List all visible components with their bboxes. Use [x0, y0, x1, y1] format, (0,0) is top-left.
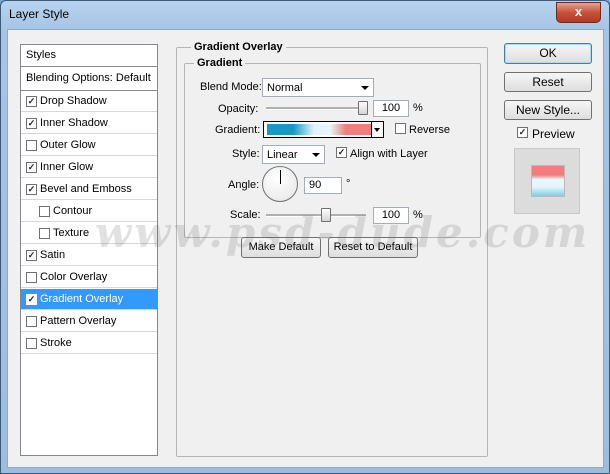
sidebar-item-bevel-and-emboss[interactable]: ✓ Bevel and Emboss [21, 179, 157, 200]
sidebar-item-label: Pattern Overlay [40, 315, 117, 327]
scale-slider-thumb[interactable] [321, 208, 332, 222]
reset-to-default-button[interactable]: Reset to Default [328, 237, 418, 258]
chevron-down-icon [312, 153, 320, 157]
gradient-preview-bar[interactable] [267, 124, 372, 135]
sidebar-item-label: Stroke [40, 337, 72, 349]
sidebar-item-label: Contour [53, 205, 93, 217]
opacity-input[interactable]: 100 [373, 100, 409, 117]
reverse-checkbox[interactable] [395, 123, 406, 134]
sidebar-item-color-overlay[interactable]: Color Overlay [21, 267, 157, 288]
style-select[interactable]: Linear [262, 145, 325, 164]
preview-swatch [531, 165, 565, 197]
sidebar-item-contour[interactable]: Contour [21, 201, 157, 222]
style-label: Style: [232, 148, 260, 160]
scale-label: Scale: [230, 209, 261, 221]
sidebar-item-satin[interactable]: ✓ Satin [21, 245, 157, 266]
gradient-overlay-title: Gradient Overlay [191, 41, 286, 53]
sidebar-item-label: Bevel and Emboss [40, 183, 132, 195]
checkbox[interactable]: ✓ [26, 96, 37, 107]
sidebar-item-texture[interactable]: Texture [21, 223, 157, 244]
checkbox[interactable]: ✓ [26, 118, 37, 129]
blend-mode-label: Blend Mode: [200, 81, 262, 93]
sidebar-item-label: Outer Glow [40, 139, 96, 151]
sidebar-item-inner-glow[interactable]: ✓ Inner Glow [21, 157, 157, 178]
checkbox[interactable] [26, 316, 37, 327]
close-button[interactable]: x [556, 2, 601, 23]
align-with-layer-label: Align with Layer [350, 148, 428, 160]
reverse-label: Reverse [409, 124, 450, 136]
scale-unit: % [413, 209, 423, 221]
close-icon: x [574, 4, 583, 19]
gradient-picker[interactable] [263, 121, 384, 138]
checkbox[interactable] [26, 140, 37, 151]
angle-input[interactable]: 90 [304, 177, 342, 194]
styles-header[interactable]: Styles [21, 45, 157, 67]
sidebar-item-label: Gradient Overlay [40, 293, 124, 305]
sidebar-item-label: Inner Glow [40, 161, 94, 173]
styles-list: Styles Blending Options: Default ✓ Drop S… [20, 44, 158, 456]
checkbox[interactable]: ✓ [26, 162, 37, 173]
checkbox[interactable]: ✓ [26, 184, 37, 195]
reset-button[interactable]: Reset [504, 72, 592, 92]
checkbox[interactable] [39, 228, 50, 239]
checkbox[interactable] [26, 338, 37, 349]
gradient-dropdown-button[interactable] [371, 122, 383, 137]
new-style-button[interactable]: New Style... [504, 100, 592, 120]
sidebar-item-gradient-overlay[interactable]: ✓ Gradient Overlay [21, 289, 157, 310]
sidebar-item-inner-shadow[interactable]: ✓ Inner Shadow [21, 113, 157, 134]
sidebar-item-pattern-overlay[interactable]: Pattern Overlay [21, 311, 157, 332]
blend-mode-select[interactable]: Normal [262, 78, 374, 97]
sidebar-item-label: Texture [53, 227, 90, 239]
angle-dial[interactable] [262, 166, 298, 202]
opacity-unit: % [413, 102, 423, 114]
opacity-slider-thumb[interactable] [358, 101, 368, 115]
angle-unit: ° [346, 178, 351, 190]
checkbox[interactable]: ✓ [26, 294, 37, 305]
ok-button[interactable]: OK [504, 43, 592, 64]
checkbox[interactable]: ✓ [26, 250, 37, 261]
sidebar-item-label: Color Overlay [40, 271, 108, 283]
sidebar-item-label: Satin [40, 249, 66, 261]
gradient-group-title: Gradient [194, 57, 246, 69]
title-bar[interactable]: Layer Style x [1, 1, 609, 29]
scale-input[interactable]: 100 [373, 207, 409, 224]
scale-slider-track[interactable] [266, 214, 366, 217]
blending-options[interactable]: Blending Options: Default [21, 67, 157, 91]
angle-dial-needle [280, 170, 281, 184]
angle-label: Angle: [228, 179, 260, 191]
opacity-label: Opacity: [218, 103, 259, 115]
sidebar-item-outer-glow[interactable]: Outer Glow [21, 135, 157, 156]
sidebar-item-label: Drop Shadow [40, 95, 107, 107]
chevron-down-icon [361, 86, 369, 90]
sidebar-item-stroke[interactable]: Stroke [21, 333, 157, 354]
preview-checkbox[interactable]: ✓ [517, 127, 528, 138]
gradient-label: Gradient: [215, 124, 261, 136]
styles-header-label: Styles [26, 49, 56, 61]
window-title: Layer Style [9, 7, 70, 21]
blending-options-label: Blending Options: Default [26, 72, 151, 84]
style-preview [514, 148, 580, 214]
checkbox[interactable] [39, 206, 50, 217]
sidebar-item-label: Inner Shadow [40, 117, 108, 129]
checkbox[interactable] [26, 272, 37, 283]
sidebar-item-drop-shadow[interactable]: ✓ Drop Shadow [21, 91, 157, 112]
preview-label: Preview [532, 127, 575, 141]
make-default-button[interactable]: Make Default [241, 237, 321, 258]
align-with-layer-checkbox[interactable]: ✓ [336, 147, 347, 158]
opacity-slider-track[interactable] [266, 107, 366, 110]
